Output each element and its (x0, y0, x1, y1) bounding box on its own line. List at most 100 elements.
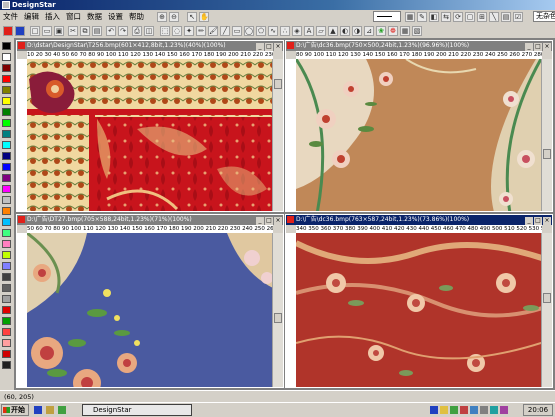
scroll-thumb[interactable] (543, 149, 551, 159)
brush-icon[interactable]: 🖌 (208, 26, 218, 36)
minimize-icon[interactable]: _ (525, 217, 533, 225)
palette-swatch[interactable] (2, 339, 11, 347)
window-4-title-bar[interactable]: D:\广告\dc36.bmp(763×587,24bit,1.23%)(73.8… (286, 215, 552, 225)
image-window-4[interactable]: D:\广告\dc36.bmp(763×587,24bit,1.23%)(73.8… (285, 214, 553, 388)
cut-icon[interactable]: ✂ (68, 26, 78, 36)
rotate-icon[interactable]: ⟳ (453, 12, 463, 22)
window-1-scrollbar[interactable] (272, 59, 283, 211)
menu-window[interactable]: 窗口 (63, 10, 84, 24)
pointer-icon[interactable]: ↖ (187, 12, 197, 22)
palette-swatch[interactable] (2, 185, 11, 193)
hand-icon[interactable]: ✋ (199, 12, 209, 22)
menu-edit[interactable]: 编辑 (21, 10, 42, 24)
window-3-title-bar[interactable]: D:\广告\DT27.bmp(705×588,24bit,1.23%)(71%)… (17, 215, 283, 225)
tray-monitor-icon[interactable] (480, 406, 488, 414)
menu-help[interactable]: 帮助 (126, 10, 147, 24)
palette-swatch[interactable] (2, 119, 11, 127)
close-icon[interactable]: × (543, 43, 551, 51)
window-4-scrollbar[interactable] (541, 233, 552, 387)
palette-swatch[interactable] (2, 174, 11, 182)
select-rect-icon[interactable]: ⬚ (160, 26, 170, 36)
open-file-icon[interactable]: ▭ (42, 26, 52, 36)
palette-swatch[interactable] (2, 64, 11, 72)
palette-swatch[interactable] (2, 196, 11, 204)
diagonal-icon[interactable]: ╲ (489, 12, 499, 22)
window-3-canvas[interactable] (27, 233, 273, 387)
eraser-icon[interactable]: ▱ (316, 26, 326, 36)
palette-swatch[interactable] (2, 141, 11, 149)
palette-swatch[interactable] (2, 361, 11, 369)
minimize-icon[interactable]: _ (525, 43, 533, 51)
palette-swatch[interactable] (2, 262, 11, 270)
color-replace-icon[interactable]: ◑ (352, 26, 362, 36)
print-icon[interactable]: ⎙ (132, 26, 142, 36)
palette-swatch[interactable] (2, 240, 11, 248)
layer-icon[interactable]: ▦ (405, 12, 415, 22)
palette-swatch[interactable] (2, 130, 11, 138)
scroll-thumb[interactable] (543, 293, 551, 303)
magic-wand-icon[interactable]: ✦ (184, 26, 194, 36)
repeat-icon[interactable]: ❁ (388, 26, 398, 36)
text-icon[interactable]: A (304, 26, 314, 36)
palette-swatch[interactable] (2, 53, 11, 61)
picker-icon[interactable]: ✎ (417, 12, 427, 22)
window-3-scrollbar[interactable] (272, 233, 283, 387)
quicklaunch-ie-icon[interactable] (34, 406, 42, 414)
line-style-select[interactable] (373, 11, 401, 22)
lasso-icon[interactable]: ◌ (172, 26, 182, 36)
copy-icon[interactable]: ⧉ (80, 26, 90, 36)
palette-swatch[interactable] (2, 350, 11, 358)
zoom-in-icon[interactable]: ⊕ (157, 12, 167, 22)
palette-swatch[interactable] (2, 273, 11, 281)
line-icon[interactable]: ╱ (220, 26, 230, 36)
menu-insert[interactable]: 插入 (42, 10, 63, 24)
mirror-icon[interactable]: ⊞ (477, 12, 487, 22)
tray-antivirus-icon[interactable] (460, 406, 468, 414)
menu-file[interactable]: 文件 (0, 10, 21, 24)
maximize-icon[interactable]: □ (534, 217, 542, 225)
shade-icon[interactable]: ▧ (412, 26, 422, 36)
palette-swatch[interactable] (2, 306, 11, 314)
image-window-1[interactable]: D:\dstar\DesignStar\T256.bmp(601×412,8bi… (16, 40, 284, 212)
scroll-thumb[interactable] (274, 313, 282, 323)
window-4-canvas[interactable] (296, 233, 542, 387)
minimize-icon[interactable]: _ (256, 217, 264, 225)
spray-icon[interactable]: ∴ (280, 26, 290, 36)
maximize-icon[interactable]: □ (534, 43, 542, 51)
polygon-icon[interactable]: ⬠ (256, 26, 266, 36)
redo-icon[interactable]: ↷ (118, 26, 128, 36)
window-2-scrollbar[interactable] (541, 59, 552, 211)
color-fg-icon[interactable] (3, 26, 13, 36)
flip-icon[interactable]: ⇆ (441, 12, 451, 22)
quicklaunch-folder-icon[interactable] (46, 406, 54, 414)
window-1-title-bar[interactable]: D:\dstar\DesignStar\T256.bmp(601×412,8bi… (17, 41, 283, 51)
tray-volume-icon[interactable] (440, 406, 448, 414)
pattern-icon[interactable]: ❀ (376, 26, 386, 36)
minimize-icon[interactable]: _ (256, 43, 264, 51)
palette-swatch[interactable] (2, 229, 11, 237)
image-window-2[interactable]: D:\广告\dc36.bmp(750×500,24bit,1.23%)(96.9… (285, 40, 553, 212)
close-icon[interactable]: × (543, 217, 551, 225)
new-file-icon[interactable]: □ (30, 26, 40, 36)
window-1-canvas[interactable] (27, 59, 273, 211)
close-icon[interactable]: × (274, 43, 282, 51)
window-2-title-bar[interactable]: D:\广告\dc36.bmp(750×500,24bit,1.23%)(96.9… (286, 41, 552, 51)
preview-icon[interactable]: ◫ (144, 26, 154, 36)
grid-icon[interactable]: ▤ (501, 12, 511, 22)
tray-ime-icon[interactable] (450, 406, 458, 414)
quicklaunch-desktop-icon[interactable] (58, 406, 66, 414)
pencil-icon[interactable]: ✏ (196, 26, 206, 36)
palette-swatch[interactable] (2, 86, 11, 94)
undo-icon[interactable]: ↶ (106, 26, 116, 36)
save-icon[interactable]: ▣ (54, 26, 64, 36)
close-icon[interactable]: × (274, 217, 282, 225)
smudge-icon[interactable]: ◐ (340, 26, 350, 36)
maximize-icon[interactable]: □ (265, 43, 273, 51)
fill-icon[interactable]: ◧ (429, 12, 439, 22)
palette-swatch[interactable] (2, 75, 11, 83)
palette-swatch[interactable] (2, 163, 11, 171)
palette-swatch[interactable] (2, 251, 11, 259)
zoom-out-icon[interactable]: ⊖ (169, 12, 179, 22)
tray-sync-icon[interactable] (490, 406, 498, 414)
tray-app-icon[interactable] (470, 406, 478, 414)
